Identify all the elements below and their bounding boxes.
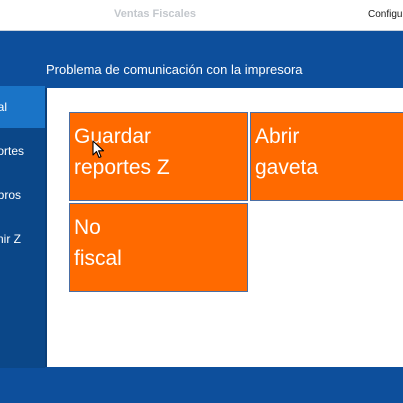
title-bar: Ventas Fiscales Configura — [0, 0, 403, 31]
tile-label-line1: Abrir — [255, 125, 300, 148]
sidebar-item-label: bros — [0, 188, 21, 202]
tile-label-line2: fiscal — [74, 247, 122, 270]
sidebar-item-libros[interactable]: bros — [0, 174, 45, 216]
footer-band — [0, 368, 403, 403]
tile-label-line1: No — [74, 216, 101, 239]
tile-label-line2: gaveta — [255, 156, 319, 179]
sidebar: al ortes bros nir Z — [0, 86, 45, 368]
sidebar-item-label: al — [0, 100, 7, 114]
window-title: Ventas Fiscales — [114, 8, 196, 20]
sidebar-item-fiscal[interactable]: al — [0, 86, 45, 128]
sidebar-item-label: ortes — [0, 144, 24, 158]
status-message: Problema de comunicación con la impresor… — [46, 62, 303, 77]
configuration-menu[interactable]: Configura — [368, 9, 403, 20]
open-drawer-tile[interactable]: Abrir gaveta — [250, 112, 403, 201]
sidebar-item-reportes[interactable]: ortes — [0, 130, 45, 172]
main-content: Guardar reportes Z Abrir gaveta No fisca… — [45, 88, 403, 367]
mouse-cursor-icon — [92, 140, 105, 159]
sidebar-item-label: nir Z — [0, 232, 21, 246]
non-fiscal-tile[interactable]: No fiscal — [69, 203, 248, 292]
sidebar-item-imprimir-z[interactable]: nir Z — [0, 218, 45, 260]
